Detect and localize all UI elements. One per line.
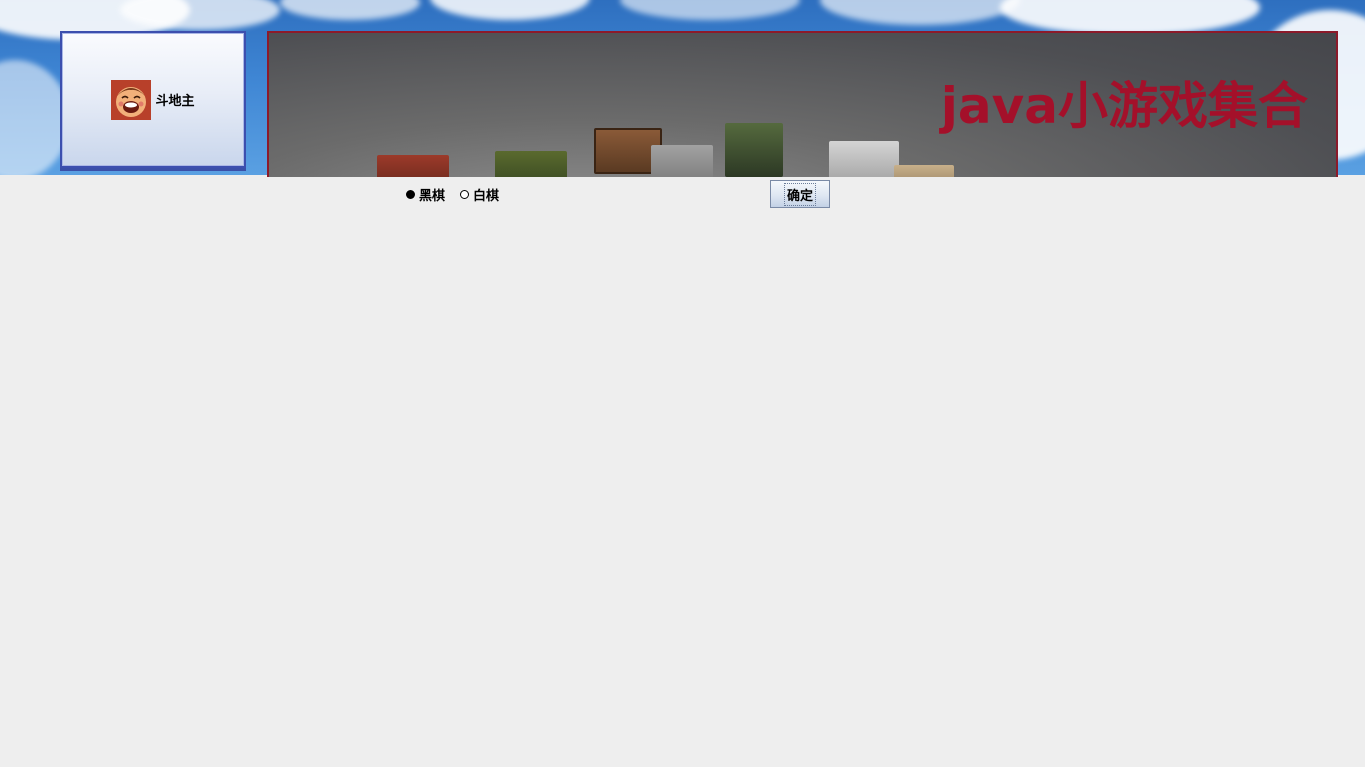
landlord-avatar-icon [111,79,152,120]
piece-color-group: 黑棋 白棋 [406,185,514,204]
banner: java小游戏集合 [267,31,1338,177]
sand-block-decoration [894,165,954,177]
confirm-button[interactable]: 确定 [770,180,830,208]
game-card-label: 斗地主 [155,94,195,109]
marble-block-decoration [829,141,899,177]
mossy-stone-block-decoration [725,123,783,177]
radio-white-label: 白棋 [473,189,500,204]
radio-black-label: 黑棋 [419,189,446,204]
moss-block-decoration [495,151,567,177]
gravel-block-decoration [651,145,713,177]
radio-black-indicator[interactable] [406,190,415,199]
radio-white-indicator[interactable] [460,190,470,199]
radio-black[interactable]: 黑棋 [406,185,445,204]
confirm-button-label: 确定 [783,182,816,206]
radio-white[interactable]: 白棋 [460,185,499,204]
banner-title: java小游戏集合 [940,77,1308,135]
game-card-doudizhu[interactable]: 斗地主 [60,31,246,168]
stone-block-decoration [377,155,449,177]
